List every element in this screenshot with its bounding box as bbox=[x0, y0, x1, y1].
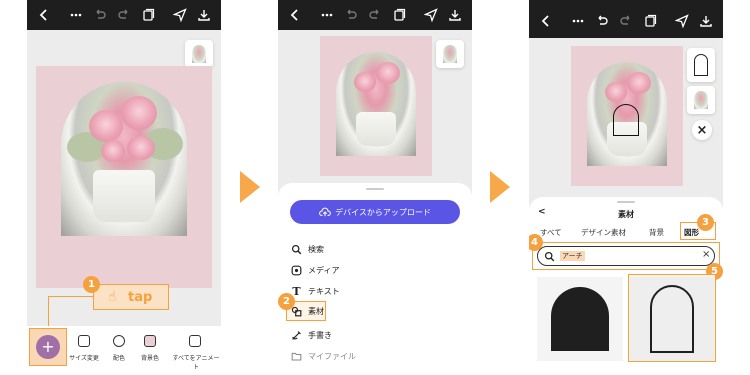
menu-item-elements[interactable]: 素材 bbox=[290, 302, 324, 320]
pages-icon[interactable] bbox=[390, 6, 408, 24]
thumbnail-image bbox=[443, 45, 457, 63]
step-arrow-2 bbox=[490, 171, 510, 203]
step-badge-1: 1 bbox=[83, 276, 100, 293]
menu-item-folder[interactable]: マイファイル bbox=[290, 347, 356, 365]
redo-icon[interactable] bbox=[617, 12, 635, 30]
shape-result-outline-arch[interactable] bbox=[630, 277, 714, 361]
design-canvas[interactable] bbox=[571, 46, 683, 186]
arch-layer-thumbnail[interactable] bbox=[687, 48, 715, 82]
share-icon[interactable] bbox=[171, 6, 189, 24]
tool-label-animate[interactable]: すべてをアニメート bbox=[171, 353, 221, 371]
top-toolbar bbox=[529, 0, 723, 38]
cloud-upload-icon bbox=[319, 207, 331, 217]
sheet-title: 素材 bbox=[618, 210, 634, 219]
top-toolbar bbox=[27, 0, 221, 30]
step-badge-2: 2 bbox=[278, 293, 295, 310]
arch-photo[interactable] bbox=[61, 82, 187, 236]
page-thumbnail[interactable] bbox=[687, 86, 715, 114]
more-icon[interactable] bbox=[569, 12, 587, 30]
upload-button-label: デバイスからアップロード bbox=[335, 207, 431, 217]
tab-background[interactable]: 背景 bbox=[649, 227, 664, 238]
search-input[interactable]: アーチ × bbox=[537, 246, 715, 266]
arch-photo[interactable] bbox=[336, 52, 416, 156]
upload-button[interactable]: デバイスからアップロード bbox=[290, 200, 460, 224]
more-icon[interactable] bbox=[318, 6, 336, 24]
step-badge-3: 3 bbox=[697, 214, 714, 231]
menu-item-search[interactable]: 検索 bbox=[290, 240, 324, 258]
menu-label-elements: 素材 bbox=[308, 306, 324, 316]
animate-icon[interactable] bbox=[189, 335, 201, 347]
menu-item-media[interactable]: メディア bbox=[290, 261, 339, 279]
redo-icon[interactable] bbox=[115, 6, 133, 24]
callout-line-vertical bbox=[48, 296, 49, 327]
download-icon[interactable] bbox=[446, 6, 464, 24]
thumbnail-image bbox=[694, 91, 708, 109]
search-icon bbox=[290, 243, 303, 256]
editor-screen-3: × < 素材 すべて デザイン素材 背景 図形 3 アーチ × 4 5 bbox=[529, 0, 723, 375]
design-canvas[interactable] bbox=[320, 36, 432, 176]
menu-label-media: メディア bbox=[308, 265, 340, 275]
outline-arch-shape bbox=[650, 285, 694, 353]
design-canvas[interactable] bbox=[36, 66, 212, 288]
elements-bottom-sheet: デバイスからアップロード 検索 メディア T テキスト 素材 2 手書き マイフ… bbox=[278, 183, 472, 375]
menu-label-folder: マイファイル bbox=[308, 351, 356, 361]
folder-icon bbox=[290, 350, 303, 363]
arch-photo[interactable] bbox=[587, 62, 667, 166]
menu-item-draw[interactable]: 手書き bbox=[290, 326, 332, 344]
search-icon bbox=[544, 251, 555, 262]
shape-result-filled-arch[interactable] bbox=[537, 277, 623, 361]
callout-line bbox=[48, 296, 93, 297]
pages-icon[interactable] bbox=[139, 6, 157, 24]
filled-arch-shape bbox=[551, 287, 609, 351]
close-icon[interactable]: × bbox=[692, 120, 712, 140]
download-icon[interactable] bbox=[697, 12, 715, 30]
pointer-hand-icon: ☝ bbox=[108, 289, 117, 305]
elements-bottom-sheet: < 素材 すべて デザイン素材 背景 図形 3 アーチ × 4 5 bbox=[529, 197, 723, 375]
tap-label: tap bbox=[128, 290, 153, 305]
tab-design-elements[interactable]: デザイン素材 bbox=[581, 227, 626, 238]
more-icon[interactable] bbox=[67, 6, 85, 24]
bottom-toolbar: + サイズ変更 配色 背景色 すべてをアニメート bbox=[27, 326, 221, 375]
top-toolbar bbox=[278, 0, 472, 30]
editor-screen-2: デバイスからアップロード 検索 メディア T テキスト 素材 2 手書き マイフ… bbox=[278, 0, 472, 375]
arch-shape-selection[interactable] bbox=[613, 104, 639, 136]
editor-screen-1: × ☝ tap 1 + サイズ変更 配色 背景色 すべてをアニメート bbox=[27, 0, 221, 375]
undo-icon[interactable] bbox=[593, 12, 611, 30]
redo-icon[interactable] bbox=[366, 6, 384, 24]
arch-outline-icon bbox=[694, 54, 708, 76]
share-icon[interactable] bbox=[673, 12, 691, 30]
download-icon[interactable] bbox=[195, 6, 213, 24]
menu-label-text: テキスト bbox=[308, 286, 340, 296]
tab-shapes[interactable]: 図形 bbox=[684, 227, 699, 238]
back-icon[interactable] bbox=[286, 6, 304, 24]
tool-label-background[interactable]: 背景色 bbox=[128, 353, 172, 362]
pages-icon[interactable] bbox=[641, 12, 659, 30]
tap-callout: ☝ tap bbox=[93, 284, 169, 310]
tab-all[interactable]: すべて bbox=[540, 227, 562, 238]
page-thumbnail[interactable] bbox=[185, 40, 213, 68]
undo-icon[interactable] bbox=[342, 6, 360, 24]
draw-icon bbox=[290, 329, 303, 342]
undo-icon[interactable] bbox=[91, 6, 109, 24]
back-icon[interactable] bbox=[537, 12, 555, 30]
menu-item-text[interactable]: T テキスト bbox=[290, 282, 340, 300]
menu-label-search: 検索 bbox=[308, 244, 324, 254]
search-value: アーチ bbox=[560, 251, 585, 261]
media-icon bbox=[290, 264, 303, 277]
background-color-icon[interactable] bbox=[144, 335, 156, 347]
add-button[interactable]: + bbox=[36, 335, 60, 359]
share-icon[interactable] bbox=[422, 6, 440, 24]
clear-search-icon[interactable]: × bbox=[702, 249, 710, 260]
sheet-handle[interactable] bbox=[617, 201, 635, 203]
page-thumbnail[interactable] bbox=[436, 40, 464, 68]
thumbnail-image bbox=[192, 45, 206, 63]
sheet-handle[interactable] bbox=[366, 188, 384, 190]
menu-label-draw: 手書き bbox=[308, 330, 332, 340]
back-icon[interactable] bbox=[35, 6, 53, 24]
palette-icon[interactable] bbox=[113, 335, 125, 347]
step-arrow-1 bbox=[240, 171, 260, 203]
resize-icon[interactable] bbox=[78, 335, 90, 347]
